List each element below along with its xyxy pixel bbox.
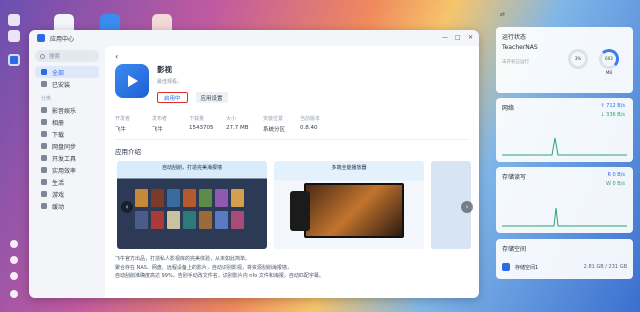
sidebar-item-download[interactable]: 下载 bbox=[35, 128, 99, 140]
intro-title: 应用介绍 bbox=[115, 148, 141, 156]
phone-image bbox=[290, 191, 310, 231]
grid-icon bbox=[41, 69, 47, 75]
photo-icon bbox=[41, 119, 47, 125]
monitor-icon[interactable] bbox=[8, 14, 20, 26]
sidebar-item-label: 开发工具 bbox=[52, 155, 77, 163]
sidebar-item-photos[interactable]: 相册 bbox=[35, 116, 99, 128]
tv-image bbox=[304, 183, 404, 238]
read-speed: R 0 B/s bbox=[607, 172, 625, 178]
user-icon[interactable] bbox=[10, 272, 18, 280]
app-center-icon[interactable] bbox=[8, 54, 20, 66]
power-icon[interactable] bbox=[10, 290, 18, 298]
disk-icon bbox=[502, 263, 510, 271]
gamepad-icon bbox=[41, 191, 47, 197]
media-icon bbox=[41, 107, 47, 113]
sidebar-item-media[interactable]: 影音娱乐 bbox=[35, 104, 99, 116]
search-input[interactable]: 搜索 bbox=[35, 50, 99, 62]
ram-ring: 603 MB bbox=[599, 49, 619, 75]
tool-icon bbox=[41, 167, 47, 173]
storage-sparkline bbox=[502, 207, 627, 227]
screenshot-caption: 自动刮削，打造完美海报墙 bbox=[161, 165, 222, 171]
window-title: 应用中心 bbox=[50, 35, 75, 43]
storage-space-title: 存储空间 bbox=[502, 246, 527, 253]
disk-usage: 2.81 GB / 231 GB bbox=[583, 264, 627, 270]
sidebar: 搜索 全部 已安装 分类 影音娱乐 相册 下载 网盘同步 开发工具 实用效率 生… bbox=[29, 46, 105, 298]
sidebar-item-label: 全部 bbox=[52, 69, 65, 77]
sidebar-item-label: 影音娱乐 bbox=[52, 107, 77, 115]
info-version: 当前版本 0.8.40 bbox=[300, 116, 321, 131]
app-info-row: 开发者 飞牛 发布者 飞牛 下载量 1543705 大小 27.7 MB 安装位置 系统分… bbox=[115, 115, 469, 133]
app-detail-panel: ‹ 影视 最佳观看。 启用中 应用设置 开发者 飞牛 发布者 飞牛 下载量 15437… bbox=[105, 46, 479, 298]
files-icon[interactable] bbox=[8, 30, 20, 42]
download-speed: ↓ 336 B/s bbox=[600, 112, 625, 118]
maximize-button[interactable]: □ bbox=[455, 34, 461, 41]
write-speed: W 0 B/s bbox=[605, 181, 625, 187]
sidebar-section-label: 分类 bbox=[41, 96, 52, 102]
sidebar-item-label: 网盘同步 bbox=[52, 143, 77, 151]
sidebar-item-all[interactable]: 全部 bbox=[35, 66, 99, 78]
app-center-logo-icon bbox=[37, 34, 45, 42]
sidebar-item-label: 已安装 bbox=[52, 81, 71, 89]
search-icon bbox=[40, 53, 45, 59]
sidebar-item-label: 游戏 bbox=[52, 191, 65, 199]
misc-icon bbox=[41, 203, 47, 209]
screenshot-caption: 多端全能播放器 bbox=[331, 165, 367, 171]
disk-label: 存储空间1 bbox=[515, 264, 539, 271]
sidebar-item-installed[interactable]: 已安装 bbox=[35, 78, 99, 90]
installed-icon bbox=[41, 81, 47, 87]
cloud-icon bbox=[41, 143, 47, 149]
divider bbox=[115, 139, 469, 140]
sidebar-item-label: 实用效率 bbox=[52, 167, 77, 175]
sidebar-item-label: 下载 bbox=[52, 131, 65, 139]
info-size: 大小 27.7 MB bbox=[226, 116, 249, 131]
app-subtitle: 最佳观看。 bbox=[157, 79, 183, 85]
widget-panel: ⇄ 运行状态 TeacherNAS 未开机已运行 3% 603 MB 网络 ↑ … bbox=[492, 5, 637, 308]
status-title: 运行状态 bbox=[502, 34, 527, 41]
download-icon bbox=[41, 131, 47, 137]
sidebar-item-utilities[interactable]: 实用效率 bbox=[35, 164, 99, 176]
sidebar-item-life[interactable]: 生活 bbox=[35, 176, 99, 188]
open-app-button[interactable]: 启用中 bbox=[157, 92, 188, 103]
sidebar-item-games[interactable]: 游戏 bbox=[35, 188, 99, 200]
video-app-icon bbox=[115, 64, 149, 98]
bell-icon[interactable] bbox=[10, 256, 18, 264]
sidebar-item-cloud-sync[interactable]: 网盘同步 bbox=[35, 140, 99, 152]
close-button[interactable]: ✕ bbox=[468, 34, 473, 41]
cpu-ring: 3% bbox=[568, 49, 588, 69]
sidebar-item-label: 相册 bbox=[52, 119, 65, 127]
titlebar: 应用中心 — □ ✕ bbox=[29, 30, 479, 46]
storage-space-widget[interactable]: 存储空间 存储空间1 2.81 GB / 231 GB bbox=[496, 239, 633, 279]
info-developer: 开发者 飞牛 bbox=[115, 116, 131, 133]
code-icon bbox=[41, 155, 47, 161]
desktop-dock bbox=[0, 0, 26, 312]
app-center-window: 应用中心 — □ ✕ 搜索 全部 已安装 分类 影音娱乐 相册 下载 网盘同步 … bbox=[29, 30, 479, 298]
storage-rw-widget[interactable]: 存储读写 R 0 B/s W 0 B/s bbox=[496, 167, 633, 233]
back-icon[interactable]: ‹ bbox=[115, 52, 469, 62]
life-icon bbox=[41, 179, 47, 185]
next-arrow-icon[interactable]: › bbox=[461, 201, 473, 213]
info-location: 安装位置 系统分区 bbox=[263, 116, 286, 133]
sidebar-item-misc[interactable]: 缓动 bbox=[35, 200, 99, 212]
info-icon[interactable] bbox=[10, 240, 18, 248]
screenshot-1[interactable]: 自动刮削，打造完美海报墙 bbox=[117, 161, 267, 249]
search-placeholder: 搜索 bbox=[49, 54, 61, 60]
screenshot-2[interactable]: 多端全能播放器 bbox=[274, 161, 424, 249]
app-name: 影视 bbox=[157, 65, 172, 74]
status-widget[interactable]: 运行状态 TeacherNAS 未开机已运行 3% 603 MB bbox=[496, 27, 633, 93]
network-widget[interactable]: 网络 ↑ 712 B/s ↓ 336 B/s bbox=[496, 98, 633, 162]
info-downloads: 下载量 1543705 bbox=[189, 116, 214, 131]
info-publisher: 发布者 飞牛 bbox=[152, 116, 168, 133]
screenshot-gallery: 自动刮削，打造完美海报墙 多端全能播放器 ‹ › bbox=[115, 161, 473, 251]
sidebar-item-dev-tools[interactable]: 开发工具 bbox=[35, 152, 99, 164]
sidebar-item-label: 缓动 bbox=[52, 203, 65, 211]
prev-arrow-icon[interactable]: ‹ bbox=[121, 201, 133, 213]
app-description: 飞牛官方出品，打造私人影视库的完美体验，从未如此简单。 聚合存在 NAS、网盘、… bbox=[115, 256, 324, 279]
widget-switch-icon[interactable]: ⇄ bbox=[492, 5, 637, 23]
sidebar-item-label: 生活 bbox=[52, 179, 65, 187]
minimize-button[interactable]: — bbox=[442, 34, 448, 41]
app-settings-button[interactable]: 应用设置 bbox=[195, 92, 228, 103]
network-sparkline bbox=[502, 137, 627, 156]
app-header: 影视 最佳观看。 启用中 应用设置 bbox=[115, 64, 469, 103]
upload-speed: ↑ 712 B/s bbox=[600, 103, 625, 109]
